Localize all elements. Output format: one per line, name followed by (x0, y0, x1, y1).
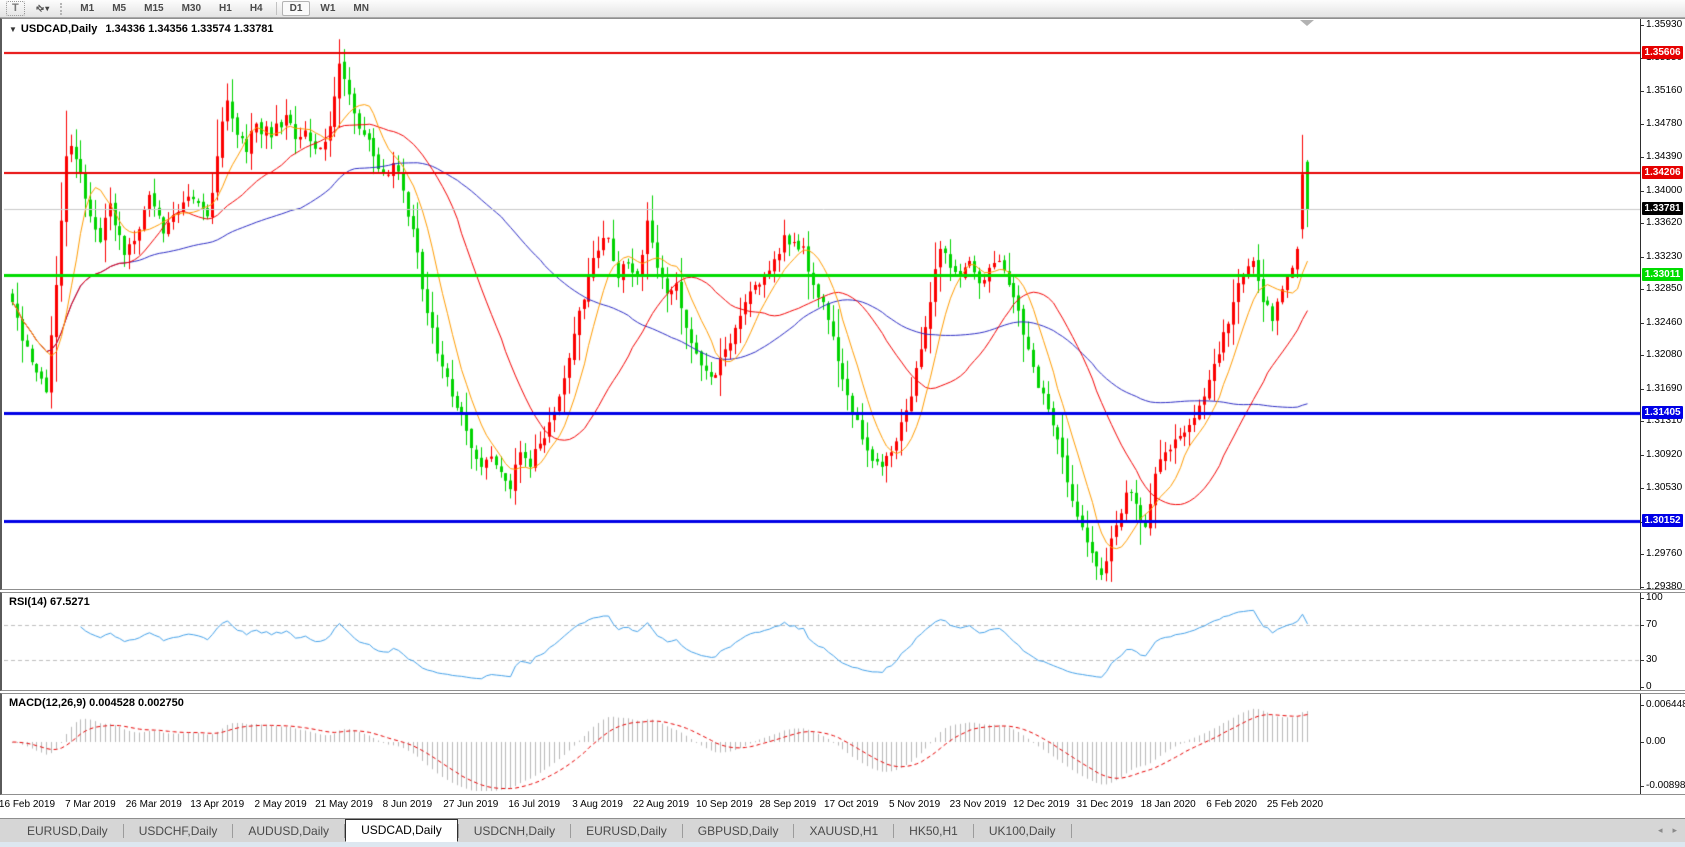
bottom-strip (0, 842, 1685, 847)
rsi-tick-label: 0 (1641, 681, 1652, 692)
date-label: 16 Feb 2019 (0, 799, 56, 810)
chart-tab-usdchf[interactable]: USDCHF,Daily (124, 820, 233, 842)
rsi-tick-label: 70 (1640, 618, 1658, 630)
top-toolbar: T ⇄ ▾ M1 M5 M15 M30 H1 H4 D1 W1 MN (0, 0, 1685, 18)
date-label: 7 Mar 2019 (65, 799, 116, 810)
timeframe-button-m30[interactable]: M30 (174, 1, 209, 16)
chart-quote-ohlc: 1.34336 1.34356 1.33574 1.33781 (105, 23, 274, 35)
date-label: 6 Feb 2020 (1206, 799, 1257, 810)
timeframe-button-m5[interactable]: M5 (104, 1, 134, 16)
timeframe-button-d1[interactable]: D1 (281, 1, 311, 16)
rsi-tick-label: 100 (1641, 592, 1663, 603)
rsi-chart-canvas[interactable] (4, 593, 1643, 690)
time-axis[interactable]: 16 Feb 2019 7 Mar 2019 26 Mar 2019 13 Apr 2… (0, 795, 1685, 818)
chart-title: ▼ USDCAD,Daily 1.34336 1.34356 1.33574 1.3… (9, 23, 274, 35)
hline-price-badge: 1.33011 (1642, 268, 1683, 281)
date-label: 5 Nov 2019 (889, 799, 941, 810)
price-tick-label: 1.31690 (1640, 382, 1683, 394)
timeframe-button-group: M1 M5 M15 M30 H1 H4 D1 W1 MN (71, 1, 378, 16)
price-tick-label: 1.29380 (1640, 581, 1683, 592)
chart-tab-eurusd[interactable]: EURUSD,Daily (12, 820, 123, 842)
date-label: 13 Apr 2019 (190, 799, 245, 810)
chart-tab-gbpusd[interactable]: GBPUSD,Daily (683, 820, 794, 842)
date-label: 25 Feb 2020 (1266, 799, 1324, 810)
price-tick-label: 1.33620 (1640, 217, 1683, 229)
price-tick-label: 1.32460 (1640, 316, 1683, 328)
trading-terminal: T ⇄ ▾ M1 M5 M15 M30 H1 H4 D1 W1 MN ▼ USDCAD,Daily… (0, 0, 1685, 847)
price-tick-label: 1.34780 (1640, 117, 1683, 129)
timeframe-button-mn[interactable]: MN (345, 1, 377, 16)
price-tick-label: 1.34390 (1640, 151, 1683, 163)
chart-tab-xauusd[interactable]: XAUUSD,H1 (794, 820, 893, 842)
price-tick-label: 1.32850 (1640, 283, 1683, 295)
timeframe-button-w1[interactable]: W1 (312, 1, 343, 16)
dropdown-caret-icon: ▾ (45, 4, 50, 13)
date-label: 26 Mar 2019 (125, 799, 182, 810)
macd-label: MACD(12,26,9) 0.004528 0.002750 (9, 697, 184, 709)
timeframe-button-h4[interactable]: H4 (242, 1, 271, 16)
current-price-badge: 1.33781 (1642, 202, 1683, 215)
date-label: 8 Jun 2019 (382, 799, 433, 810)
chart-symbol-label: USDCAD,Daily (20, 23, 98, 35)
date-label: 23 Nov 2019 (949, 799, 1007, 810)
main-chart-panel: ▼ USDCAD,Daily 1.34336 1.34356 1.33574 1.3… (0, 18, 1685, 592)
price-axis[interactable]: 1.359301.355501.351601.347801.343901.340… (1640, 19, 1685, 592)
date-label: 18 Jan 2020 (1140, 799, 1196, 810)
date-label: 28 Sep 2019 (759, 799, 817, 810)
date-label: 17 Oct 2019 (823, 799, 879, 810)
tabs-scroll-right-icon[interactable]: ▸ (1672, 825, 1677, 836)
price-tick-label: 1.30530 (1640, 482, 1683, 494)
arrange-windows-button[interactable]: ⇄ ▾ (30, 1, 56, 16)
hline-price-badge: 1.31405 (1642, 406, 1683, 419)
date-label: 31 Dec 2019 (1076, 799, 1134, 810)
toolbar-grip (60, 2, 65, 15)
date-label: 10 Sep 2019 (696, 799, 753, 810)
text-tool-button[interactable]: T (6, 1, 25, 16)
rsi-tick-label: 30 (1640, 654, 1658, 666)
macd-tick-label: 0.00 (1640, 736, 1666, 747)
chart-tab-usdcad[interactable]: USDCAD,Daily (345, 819, 458, 842)
price-tick-label: 1.32080 (1640, 349, 1683, 361)
tabs-scroll-left-icon[interactable]: ◂ (1658, 825, 1663, 836)
macd-tick-label: -0.008982 (1640, 780, 1685, 791)
date-label: 16 Jul 2019 (508, 799, 561, 810)
tab-scroll-arrows: ◂ ▸ (1658, 825, 1677, 836)
date-label: 3 Aug 2019 (572, 799, 623, 810)
date-label: 21 May 2019 (315, 799, 373, 810)
price-tick-label: 1.30920 (1640, 448, 1683, 460)
date-label: 22 Aug 2019 (632, 799, 690, 810)
toolbar-separator (275, 2, 277, 15)
chart-tab-eurusd[interactable]: EURUSD,Daily (571, 820, 682, 842)
chart-tab-uk100[interactable]: UK100,Daily (974, 820, 1071, 842)
collapse-arrow-icon[interactable]: ▼ (9, 25, 17, 34)
timeframe-button-m15[interactable]: M15 (136, 1, 171, 16)
hline-price-badge: 1.34206 (1642, 166, 1683, 179)
price-tick-label: 1.33230 (1640, 250, 1683, 262)
chart-tabs-bar: EURUSD,Daily USDCHF,Daily AUDUSD,Daily USDC… (0, 818, 1685, 842)
timeframe-button-m1[interactable]: M1 (72, 1, 102, 16)
price-tick-label: 1.35160 (1640, 85, 1683, 97)
date-label: 12 Dec 2019 (1013, 799, 1070, 810)
candlestick-chart-canvas[interactable] (4, 19, 1643, 589)
price-tick-label: 1.29760 (1640, 548, 1683, 560)
rsi-label: RSI(14) 67.5271 (9, 596, 90, 608)
price-tick-label: 1.35930 (1640, 19, 1683, 30)
chart-tab-audusd[interactable]: AUDUSD,Daily (233, 820, 344, 842)
hline-price-badge: 1.35606 (1642, 46, 1683, 59)
timeframe-button-h1[interactable]: H1 (211, 1, 240, 16)
chart-tab-hk50[interactable]: HK50,H1 (894, 820, 973, 842)
rsi-panel: RSI(14) 67.5271 100 70 30 0 (0, 592, 1685, 692)
chart-tab-usdcnh[interactable]: USDCNH,Daily (459, 820, 570, 842)
macd-tick-label: 0.006448 (1641, 699, 1685, 710)
macd-axis[interactable]: 0.006448 0.00 -0.008982 (1640, 694, 1685, 794)
macd-panel: MACD(12,26,9) 0.004528 0.002750 0.006448… (0, 693, 1685, 795)
chart-shift-marker-icon[interactable] (1300, 20, 1314, 26)
date-label: 27 Jun 2019 (443, 799, 499, 810)
date-label: 2 May 2019 (254, 799, 307, 810)
macd-chart-canvas[interactable] (4, 694, 1643, 793)
price-tick-label: 1.34000 (1640, 184, 1683, 196)
hline-price-badge: 1.30152 (1642, 514, 1683, 527)
rsi-axis[interactable]: 100 70 30 0 (1640, 592, 1685, 692)
tab-separator (1070, 823, 1072, 838)
